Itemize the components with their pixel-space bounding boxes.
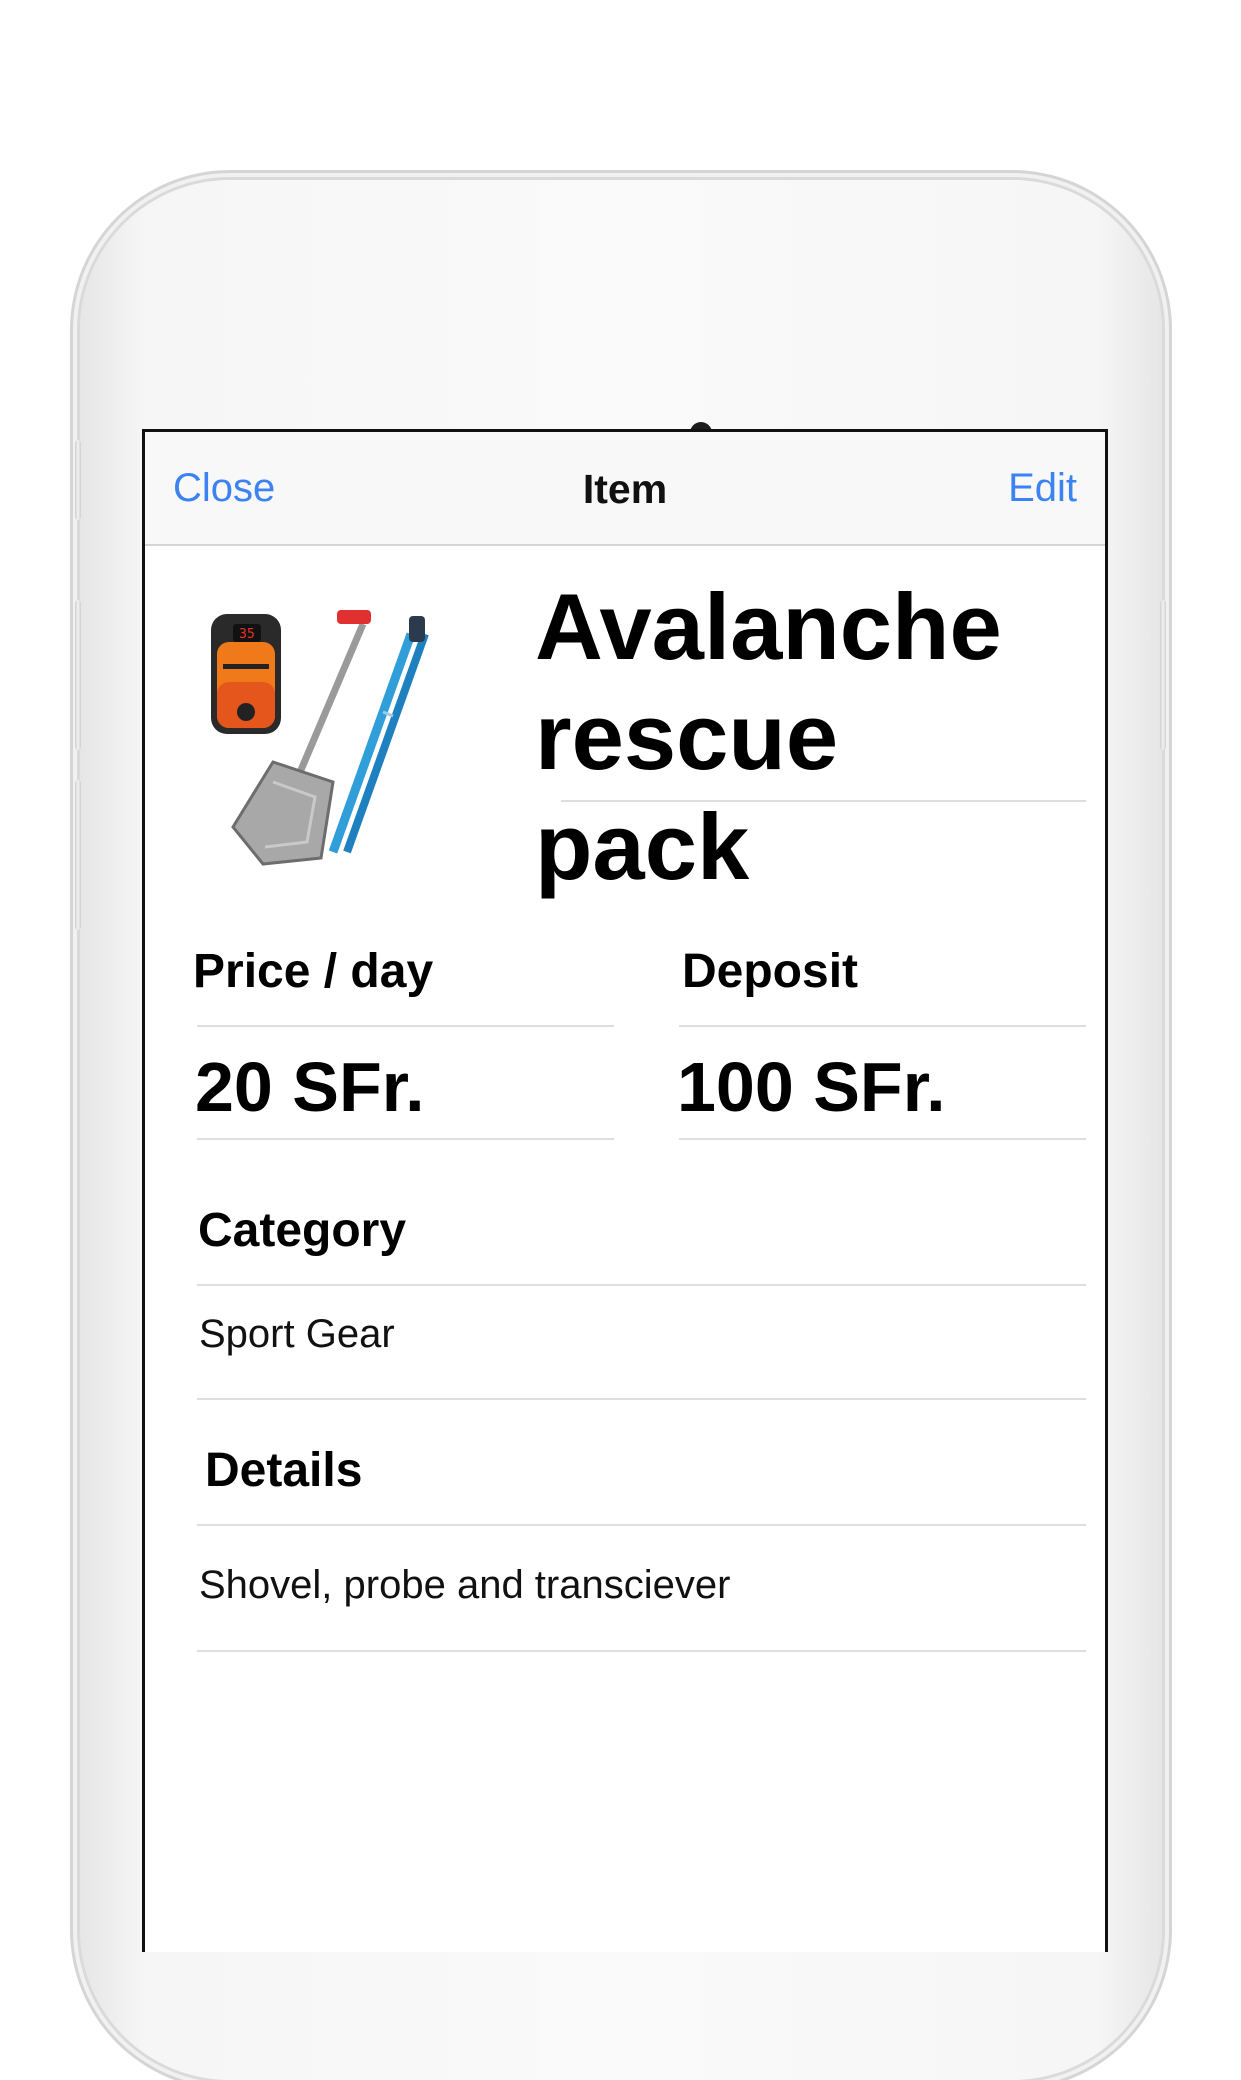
page-title: Item (582, 466, 668, 512)
category-label: Category (198, 1204, 407, 1257)
title-divider (561, 800, 1086, 802)
price-label: Price / day (193, 945, 434, 998)
details-value-divider (197, 1650, 1086, 1652)
deposit-value-divider (679, 1138, 1086, 1140)
item-title: Avalanche rescue pack (535, 572, 1075, 902)
avalanche-gear-image: 35 (203, 602, 458, 872)
category-value[interactable]: Sport Gear (199, 1312, 395, 1357)
details-value[interactable]: Shovel, probe and transciever (199, 1563, 730, 1608)
mute-switch (75, 440, 81, 520)
price-value: 20 SFr. (195, 1048, 425, 1126)
volume-up-button (75, 600, 81, 750)
details-label: Details (205, 1444, 363, 1497)
category-value-divider (197, 1398, 1086, 1400)
price-label-divider (197, 1025, 614, 1027)
item-title-line2: rescue pack (535, 684, 839, 899)
power-button (1160, 600, 1166, 750)
details-label-divider (197, 1524, 1086, 1526)
item-title-line1: Avalanche (535, 574, 1002, 679)
volume-down-button (75, 780, 81, 930)
price-value-divider (197, 1138, 614, 1140)
svg-text:35: 35 (239, 627, 255, 642)
deposit-label: Deposit (682, 945, 859, 998)
app-screen: Close Item Edit 35 Avalanche rescue pack… (142, 429, 1108, 1952)
category-label-divider (197, 1284, 1086, 1286)
deposit-label-divider (679, 1025, 1086, 1027)
edit-button[interactable]: Edit (1008, 466, 1077, 511)
deposit-value: 100 SFr. (677, 1048, 946, 1126)
navigation-bar: Close Item Edit (145, 432, 1105, 546)
